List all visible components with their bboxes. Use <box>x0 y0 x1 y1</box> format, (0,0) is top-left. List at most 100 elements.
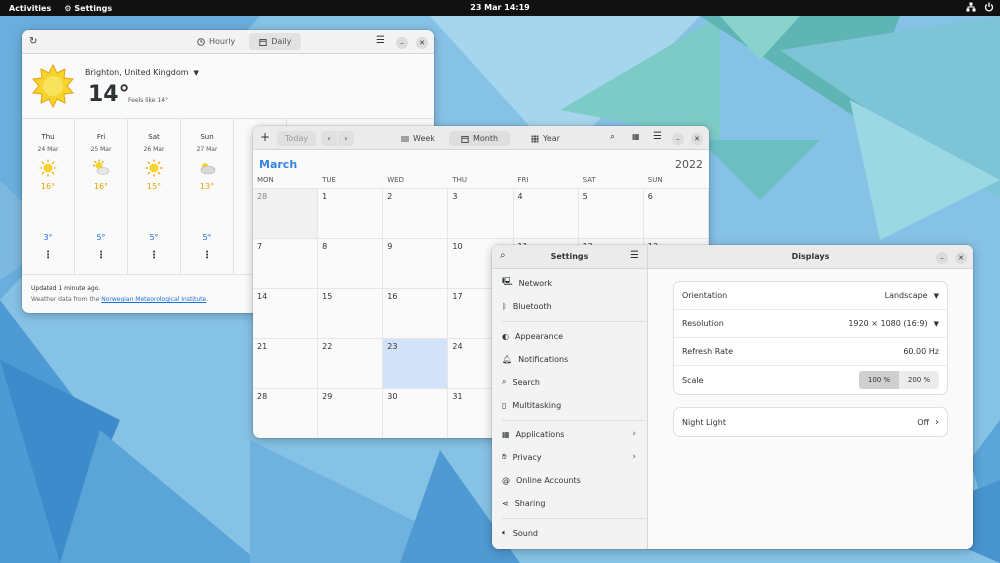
day-cell[interactable]: 14 <box>253 289 319 338</box>
sidebar-item-multitasking[interactable]: ▯ Multitasking <box>492 394 648 416</box>
sidebar-item-network[interactable]: 🖳 Network <box>492 272 648 294</box>
appearance-icon: ◐ <box>502 331 509 341</box>
current-weather-sun-icon <box>32 63 74 109</box>
day-cell[interactable]: 6 <box>644 189 709 238</box>
sidebar-item-appearance[interactable]: ◐ Appearance <box>492 325 648 347</box>
view-month[interactable]: Month <box>449 131 511 146</box>
close-button[interactable]: ✕ <box>416 37 428 49</box>
day-name: Fri <box>96 133 106 141</box>
display-settings-card: Orientation Landscape ▼ Resolution 1920 ×… <box>674 282 947 394</box>
minimize-button[interactable]: – <box>672 133 684 145</box>
weekday-label: FRI <box>517 176 529 184</box>
night-light-value: Off <box>917 417 929 427</box>
speaker-icon: 🔈︎ <box>502 528 507 537</box>
view-month-label: Month <box>473 134 499 143</box>
partly-cloudy-icon <box>93 159 110 175</box>
day-high: 16° <box>40 182 56 191</box>
tab-daily[interactable]: Daily <box>249 33 302 50</box>
clock-icon <box>197 37 205 46</box>
more-icon[interactable]: ⋮ <box>75 250 127 261</box>
weekday-label: SAT <box>582 176 596 184</box>
day-cell[interactable]: 22 <box>318 339 384 388</box>
hamburger-menu-icon[interactable]: ☰ <box>653 131 662 142</box>
day-cell[interactable]: 3 <box>448 189 514 238</box>
day-date: 26 Mar <box>143 146 165 153</box>
day-name: Sun <box>200 133 214 141</box>
day-cell[interactable]: 1 <box>318 189 384 238</box>
day-cell[interactable]: 2 <box>383 189 449 238</box>
day-cell[interactable]: 30 <box>383 389 449 438</box>
orientation-row[interactable]: Orientation Landscape ▼ <box>674 282 947 310</box>
night-light-label: Night Light <box>682 417 726 427</box>
location-selector[interactable]: Brighton, United Kingdom ▼ <box>85 68 199 77</box>
resolution-row[interactable]: Resolution 1920 × 1080 (16:9) ▼ <box>674 310 947 338</box>
sidebar-item-label: Online Accounts <box>516 475 581 485</box>
sidebar-item-online-accounts[interactable]: @ Online Accounts <box>492 469 648 491</box>
app-menu[interactable]: ⚙ Settings <box>60 4 116 13</box>
hand-icon: ✋︎ <box>502 452 507 461</box>
source-link[interactable]: Norwegian Meteorological Institute <box>101 296 206 303</box>
weekday-label: THU <box>452 176 468 184</box>
more-icon[interactable]: ⋮ <box>128 250 180 261</box>
add-event-icon[interactable]: + <box>260 130 270 144</box>
sidebar-item-bluetooth[interactable]: ᛒ Bluetooth <box>492 295 648 317</box>
orientation-value: Landscape <box>884 291 928 300</box>
apps-icon: ▦ <box>502 429 510 439</box>
hamburger-menu-icon[interactable]: ☰ <box>630 250 639 261</box>
close-button[interactable]: ✕ <box>955 252 967 264</box>
tab-hourly-label: Hourly <box>209 37 236 46</box>
power-icon <box>984 2 994 12</box>
day-cell[interactable]: 9 <box>383 239 449 288</box>
sidebar-item-sound[interactable]: 🔈︎ Sound <box>492 522 648 544</box>
day-cell[interactable]: 7 <box>253 239 319 288</box>
scale-200-button[interactable]: 200 % <box>899 371 939 389</box>
clock[interactable]: 23 Mar 14:19 <box>0 3 1000 12</box>
calendar-list-icon[interactable]: ▦ <box>632 132 640 141</box>
view-week[interactable]: Week <box>393 131 443 146</box>
week-row: 28 1 2 3 4 5 6 <box>253 188 709 238</box>
close-button[interactable]: ✕ <box>691 133 703 145</box>
more-icon[interactable]: ⋮ <box>22 250 74 261</box>
sidebar-item-label: Network <box>518 278 553 288</box>
search-icon[interactable]: ⌕ <box>610 132 615 142</box>
more-icon[interactable]: ⋮ <box>181 250 233 261</box>
refresh-rate-label: Refresh Rate <box>682 347 734 356</box>
sidebar-headerbar: ⌕ Settings ☰ <box>492 245 647 269</box>
next-button[interactable]: › <box>338 131 354 146</box>
minimize-button[interactable]: – <box>936 252 948 264</box>
chevron-right-icon: › <box>935 416 939 428</box>
hamburger-menu-icon[interactable]: ☰ <box>376 35 385 46</box>
night-light-row[interactable]: Night Light Off › <box>674 408 947 436</box>
day-low: 3° <box>43 233 53 242</box>
system-tray[interactable] <box>966 2 994 12</box>
day-cell[interactable]: 21 <box>253 339 319 388</box>
day-cell[interactable]: 16 <box>383 289 449 338</box>
day-cell[interactable]: 4 <box>514 189 579 238</box>
sidebar-item-search[interactable]: ⌕ Search <box>492 371 648 393</box>
sidebar-item-applications[interactable]: ▦ Applications › <box>492 423 648 445</box>
scale-100-button[interactable]: 100 % <box>859 371 899 389</box>
view-year[interactable]: Year <box>523 131 568 146</box>
sidebar-item-notifications[interactable]: 🔔︎ Notifications <box>492 348 648 370</box>
day-cell[interactable]: 5 <box>579 189 644 238</box>
orientation-label: Orientation <box>682 291 728 300</box>
share-icon: ⋖ <box>502 498 509 508</box>
search-icon: ⌕ <box>502 377 507 386</box>
minimize-button[interactable]: – <box>396 37 408 49</box>
sidebar-item-sharing[interactable]: ⋖ Sharing <box>492 492 648 514</box>
feels-like: Feels like 14° <box>128 97 169 104</box>
day-cell[interactable]: 28 <box>253 189 319 238</box>
chevron-down-icon: ▼ <box>933 319 939 328</box>
tab-hourly[interactable]: Hourly <box>187 33 245 50</box>
sidebar-item-privacy[interactable]: ✋︎ Privacy › <box>492 446 648 468</box>
sidebar-item-label: Appearance <box>514 331 564 341</box>
day-cell[interactable]: 29 <box>318 389 384 438</box>
activities-button[interactable]: Activities <box>0 4 60 13</box>
previous-button[interactable]: ‹ <box>321 131 337 146</box>
day-cell-today[interactable]: 23 <box>383 339 449 388</box>
refresh-icon[interactable]: ↻ <box>29 36 37 47</box>
day-cell[interactable]: 8 <box>318 239 384 288</box>
today-button[interactable]: Today <box>277 131 317 146</box>
day-cell[interactable]: 28 <box>253 389 319 438</box>
day-cell[interactable]: 15 <box>318 289 384 338</box>
